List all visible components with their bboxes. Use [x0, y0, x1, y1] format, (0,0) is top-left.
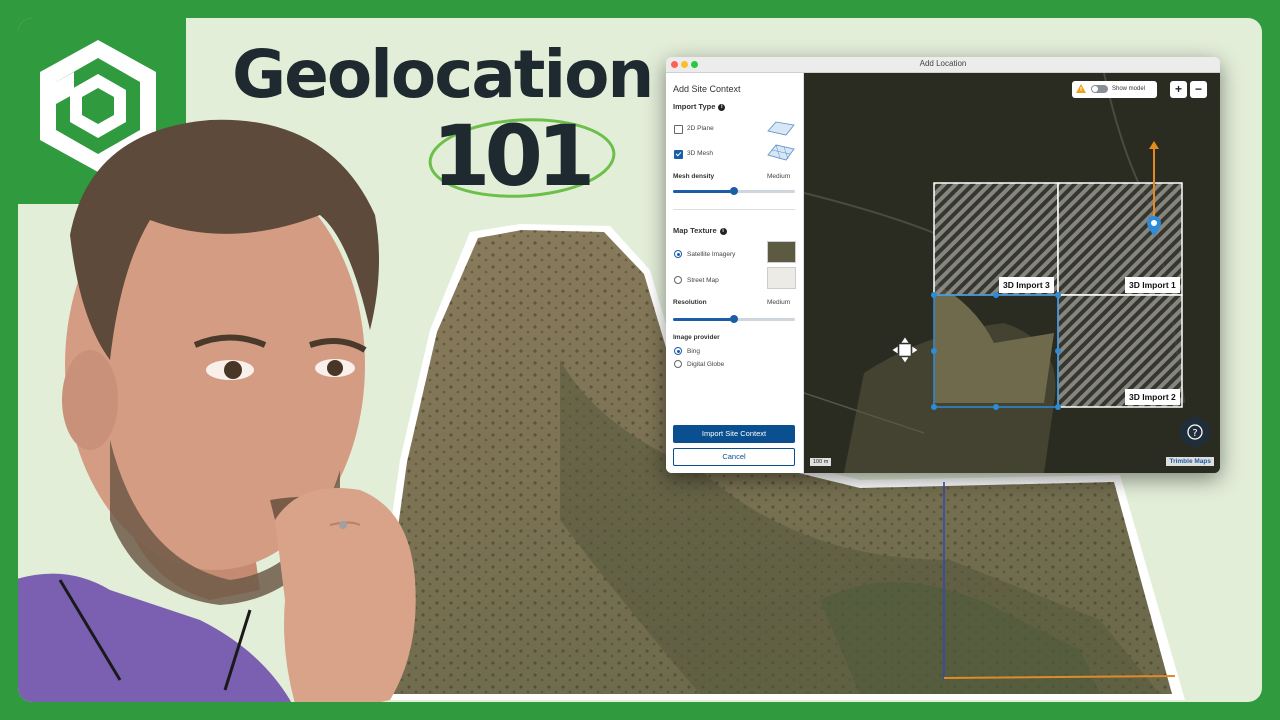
location-pin-icon[interactable] [1146, 215, 1162, 237]
add-location-window: Add Location Add Site Context Import Typ… [666, 57, 1220, 473]
presenter-photo [18, 119, 416, 702]
zoom-in-button[interactable]: + [1170, 81, 1187, 98]
zoom-out-button[interactable]: − [1190, 81, 1207, 98]
show-model-label: Show model [1112, 86, 1146, 92]
import-site-context-button[interactable]: Import Site Context [673, 425, 795, 443]
tile-label-import-3: 3D Import 3 [999, 277, 1054, 293]
resolution-label: Resolution [673, 299, 707, 306]
tile-label-import-2: 3D Import 2 [1125, 389, 1180, 405]
checkbox-2d-plane[interactable] [674, 125, 683, 134]
mesh-preview-icon [767, 144, 795, 161]
resolution-value: Medium [767, 299, 791, 306]
radio-digital-globe[interactable] [674, 360, 682, 368]
radio-satellite-imagery[interactable] [674, 250, 682, 258]
import-type-label: Import Type i [673, 102, 726, 111]
satellite-thumbnail [767, 241, 796, 263]
option-bing-label: Bing [687, 348, 701, 355]
move-handle-icon[interactable] [890, 335, 920, 365]
satellite-map-image [804, 73, 1220, 473]
checkbox-3d-mesh[interactable] [674, 150, 683, 159]
map-texture-label: Map Texture i [673, 226, 727, 235]
thumbnail-frame: Geolocation 101 Add Location Add Site Co… [18, 18, 1262, 702]
tile-label-import-1: 3D Import 1 [1125, 277, 1180, 293]
map-view[interactable]: 3D Import 3 3D Import 1 3D Import 2 Show… [804, 73, 1220, 473]
info-icon[interactable]: i [718, 104, 726, 111]
image-provider-label: Image provider [673, 334, 720, 341]
window-title: Add Location [919, 59, 967, 68]
show-model-control[interactable]: Show model [1072, 81, 1157, 98]
mesh-density-slider-handle[interactable] [730, 187, 738, 195]
help-button[interactable]: ? [1180, 417, 1210, 447]
window-titlebar: Add Location [666, 57, 1220, 73]
resolution-slider[interactable] [673, 315, 795, 323]
map-attribution: Trimble Maps [1166, 457, 1214, 466]
option-satellite-label: Satellite Imagery [687, 251, 736, 258]
warning-icon [1076, 84, 1086, 93]
option-3d-mesh-label: 3D Mesh [687, 150, 714, 157]
option-digital-globe-label: Digital Globe [687, 361, 725, 368]
mesh-density-label: Mesh density [673, 173, 715, 180]
site-context-panel: Add Site Context Import Type i 2D Plane 3… [666, 73, 804, 473]
street-map-thumbnail [767, 267, 796, 289]
radio-bing[interactable] [674, 347, 682, 355]
option-2d-plane-label: 2D Plane [687, 125, 714, 132]
mesh-density-slider[interactable] [673, 187, 795, 195]
mesh-density-value: Medium [767, 173, 791, 180]
option-street-map-label: Street Map [687, 277, 719, 284]
radio-street-map[interactable] [674, 276, 682, 284]
page-subtitle: 101 [432, 107, 595, 205]
plane-preview-icon [767, 121, 795, 136]
cancel-button[interactable]: Cancel [673, 448, 795, 466]
show-model-toggle[interactable] [1091, 85, 1108, 93]
divider [673, 209, 795, 210]
resolution-slider-handle[interactable] [730, 315, 738, 323]
map-scale: 100 m [810, 458, 832, 466]
panel-header: Add Site Context [673, 84, 741, 94]
svg-text:?: ? [1192, 428, 1197, 439]
info-icon[interactable]: i [719, 228, 727, 235]
help-icon: ? [1187, 424, 1203, 440]
